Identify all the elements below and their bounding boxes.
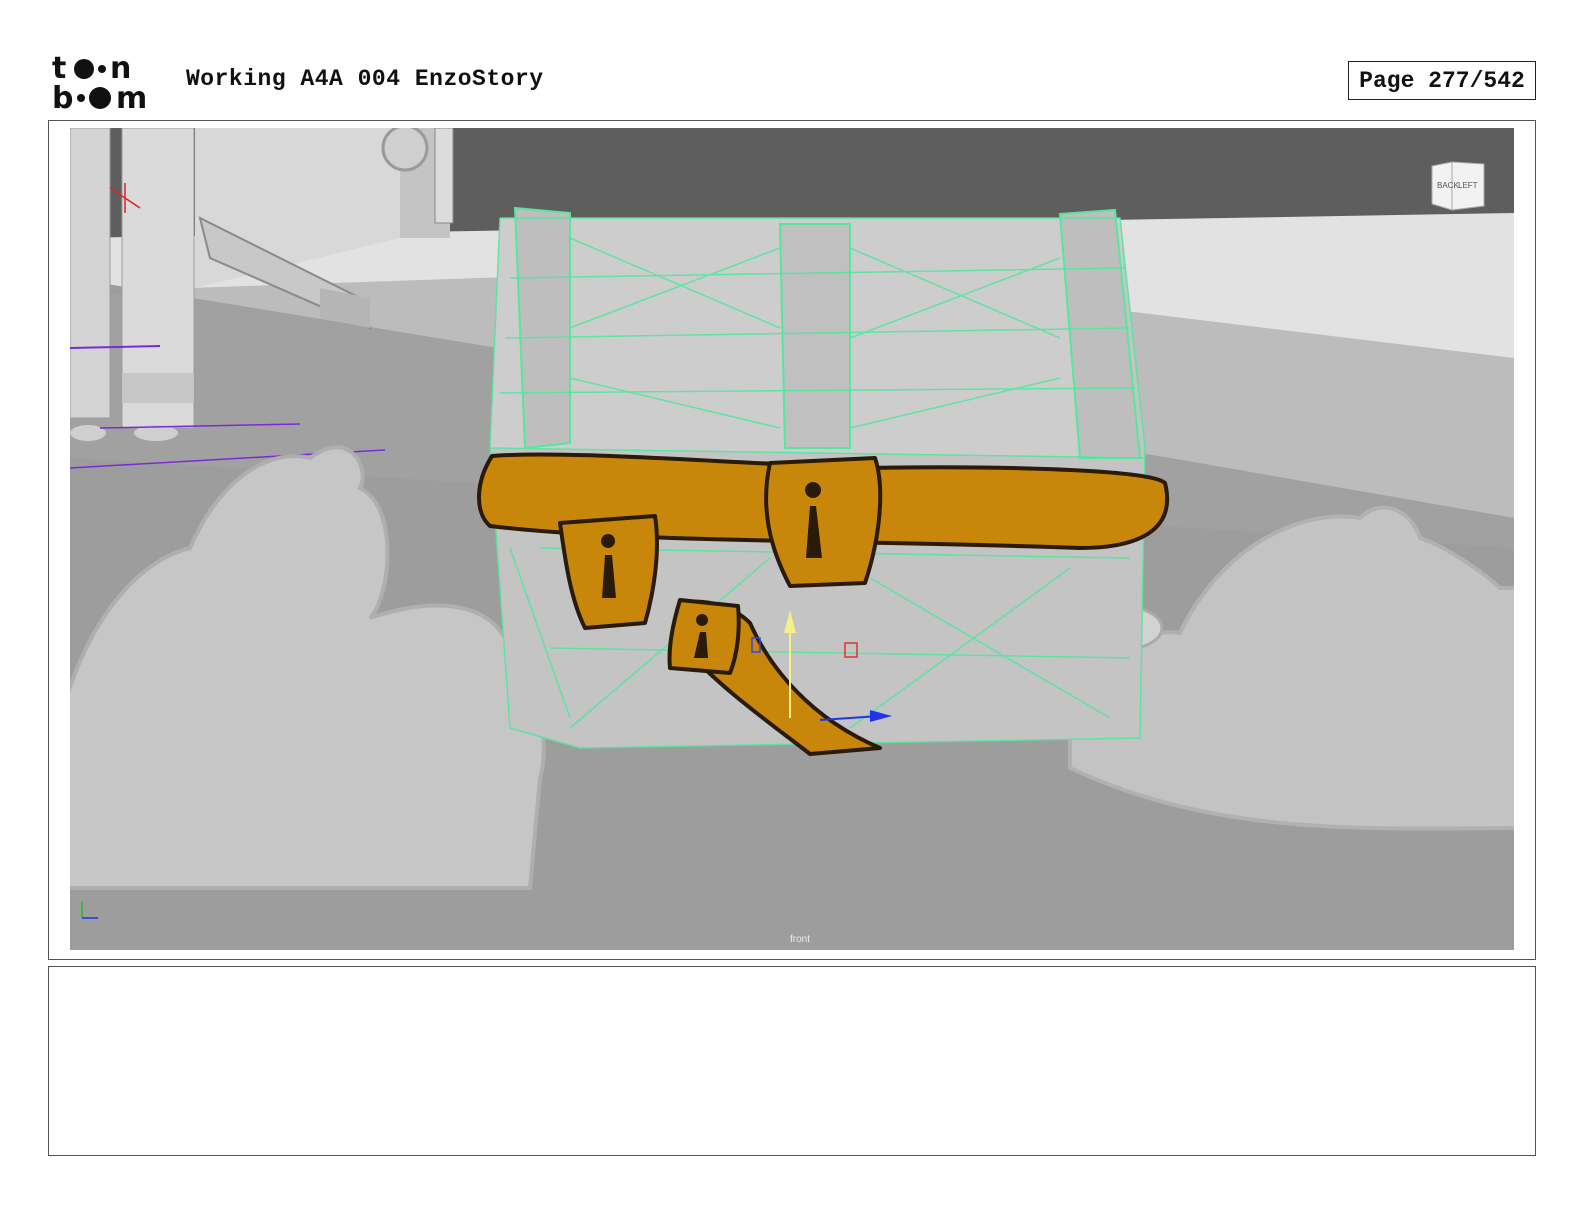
svg-text:b: b xyxy=(52,81,73,112)
scene-render xyxy=(70,128,1514,950)
view-cube[interactable]: BACK LEFT xyxy=(1422,158,1492,218)
svg-text:BACK: BACK xyxy=(1437,181,1459,190)
svg-text:LEFT: LEFT xyxy=(1458,181,1478,190)
panel-caption-box[interactable] xyxy=(48,966,1536,1156)
svg-text:m: m xyxy=(116,81,147,112)
3d-viewport[interactable]: BACK LEFT front xyxy=(70,128,1514,950)
toon-boom-logo: t n b m xyxy=(52,52,147,112)
camera-name-label: front xyxy=(789,934,810,945)
page-counter: Page 277/542 xyxy=(1348,61,1536,100)
document-title: Working A4A 004 EnzoStory xyxy=(186,66,544,92)
